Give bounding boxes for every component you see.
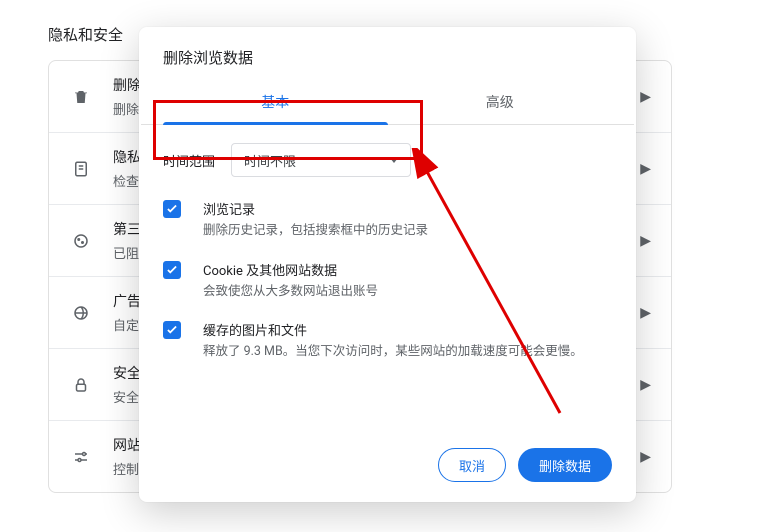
option-desc: 释放了 9.3 MB。当您下次访问时，某些网站的加载速度可能会更慢。 [203, 343, 583, 361]
option-cookies: Cookie 及其他网站数据 会致使您从大多数网站退出账号 [163, 250, 612, 311]
page-title: 隐私和安全 [48, 24, 123, 45]
check-icon [165, 202, 179, 216]
chevron-right-icon: ▶ [640, 161, 651, 177]
checkbox-cookies[interactable] [163, 261, 181, 279]
chevron-right-icon: ▶ [640, 89, 651, 105]
ads-icon [69, 304, 93, 322]
delete-data-button[interactable]: 删除数据 [518, 448, 612, 482]
chevron-right-icon: ▶ [640, 449, 651, 465]
option-desc: 会致使您从大多数网站退出账号 [203, 283, 378, 301]
checkbox-cached[interactable] [163, 321, 181, 339]
chevron-right-icon: ▶ [640, 305, 651, 321]
time-range-row: 时间范围 时间不限 [139, 125, 636, 185]
chevron-down-icon [390, 158, 398, 163]
option-desc: 删除历史记录，包括搜索框中的历史记录 [203, 222, 428, 240]
check-icon [165, 323, 179, 337]
chevron-right-icon: ▶ [640, 233, 651, 249]
sliders-icon [69, 448, 93, 466]
tab-basic[interactable]: 基本 [163, 80, 388, 124]
option-browsing-history: 浏览记录 删除历史记录，包括搜索框中的历史记录 [163, 189, 612, 250]
dialog-title: 删除浏览数据 [139, 27, 636, 80]
option-cached: 缓存的图片和文件 释放了 9.3 MB。当您下次访问时，某些网站的加载速度可能会… [163, 310, 612, 371]
dialog-footer: 取消 删除数据 [139, 432, 636, 502]
checkbox-browsing-history[interactable] [163, 200, 181, 218]
option-title: 浏览记录 [203, 199, 428, 218]
chevron-right-icon: ▶ [640, 377, 651, 393]
clear-data-dialog: 删除浏览数据 基本 高级 时间范围 时间不限 浏览记录 删除历史记录，包括搜索框… [139, 27, 636, 502]
trash-icon [69, 88, 93, 106]
time-range-label: 时间范围 [163, 151, 215, 170]
option-title: Cookie 及其他网站数据 [203, 260, 378, 279]
privacy-guide-icon [69, 160, 93, 178]
time-range-select[interactable]: 时间不限 [231, 143, 411, 177]
option-title: 缓存的图片和文件 [203, 320, 583, 339]
dialog-tabs: 基本 高级 [139, 80, 636, 124]
cancel-button[interactable]: 取消 [438, 448, 506, 482]
lock-icon [69, 376, 93, 394]
tab-advanced[interactable]: 高级 [388, 80, 613, 124]
check-icon [165, 263, 179, 277]
time-range-value: 时间不限 [244, 151, 296, 170]
options-list: 浏览记录 删除历史记录，包括搜索框中的历史记录 Cookie 及其他网站数据 会… [139, 185, 636, 432]
cookie-icon [69, 232, 93, 250]
